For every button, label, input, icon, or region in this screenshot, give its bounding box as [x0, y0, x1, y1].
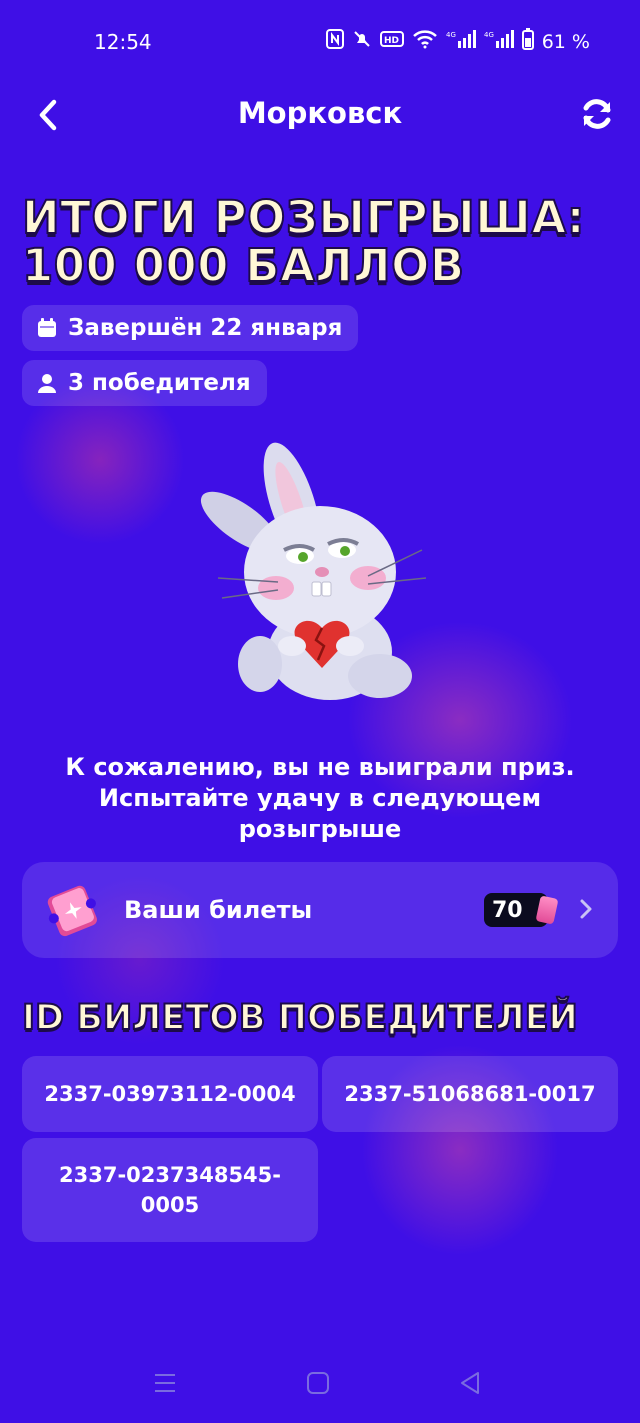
home-button[interactable]	[306, 1370, 330, 1400]
square-icon	[307, 1372, 329, 1394]
triangle-back-icon	[461, 1372, 479, 1394]
status-icons: HD 4G 4G 61 %	[325, 28, 590, 55]
recent-apps-button[interactable]	[152, 1370, 178, 1400]
completion-date-chip: Завершён 22 января	[22, 305, 359, 351]
message-line-1: К сожалению, вы не выиграли приз.	[65, 753, 575, 781]
page-title: Морковск	[237, 96, 403, 130]
person-icon	[38, 374, 56, 393]
svg-text:HD: HD	[384, 36, 399, 46]
winners-count-chip: 3 победителя	[22, 360, 267, 406]
battery-icon	[521, 28, 534, 55]
ticket-icon	[47, 885, 97, 937]
winners-count-text: 3 победителя	[68, 370, 251, 396]
nfc-icon	[325, 29, 344, 54]
signal-4g-icon: 4G	[446, 29, 476, 54]
calendar-icon	[38, 318, 56, 337]
no-win-message: К сожалению, вы не выиграли приз. Испыта…	[40, 752, 600, 845]
completion-date-text: Завершён 22 января	[68, 315, 343, 341]
your-tickets-card[interactable]: Ваши билеты 70	[22, 862, 618, 958]
svg-text:4G: 4G	[446, 31, 456, 39]
menu-icon	[155, 1374, 175, 1392]
message-line-2: Испытайте удачу в следующем	[98, 784, 542, 812]
headline-line-1: ИТОГИ РОЗЫГРЫША:	[21, 191, 586, 244]
battery-percent: 61 %	[541, 30, 590, 53]
headline-line-2: 100 000 БАЛЛОВ	[21, 239, 465, 292]
winner-ids-title: ID БИЛЕТОВ ПОБЕДИТЕЛЕЙ	[21, 997, 579, 1039]
system-nav-bar	[0, 1356, 640, 1416]
svg-text:4G: 4G	[484, 31, 494, 39]
mute-icon	[352, 29, 372, 54]
hd-icon: HD	[379, 31, 404, 52]
refresh-icon	[583, 99, 611, 129]
winner-ticket-id[interactable]: 2337-51068681-0017	[322, 1056, 618, 1132]
your-tickets-label: Ваши билеты	[124, 896, 313, 924]
winner-ticket-id[interactable]: 2337-03973112-0004	[22, 1056, 318, 1132]
message-line-3: розыгрыше	[238, 815, 402, 843]
wifi-icon	[412, 29, 438, 54]
refresh-button[interactable]	[580, 96, 614, 132]
signal-4g-icon: 4G	[484, 29, 514, 54]
system-back-button[interactable]	[458, 1370, 482, 1400]
winner-ticket-id[interactable]: 2337-0237348545-0005	[22, 1138, 318, 1242]
chevron-right-icon	[580, 899, 592, 919]
tickets-count-badge: 70	[484, 893, 559, 927]
top-nav: Морковск	[0, 86, 640, 146]
sad-bunny-illustration	[200, 432, 440, 712]
status-bar: 12:54 HD 4G 4G 61 %	[0, 0, 640, 86]
mini-ticket-icon	[535, 895, 559, 925]
status-time: 12:54	[94, 30, 152, 54]
tickets-count: 70	[492, 897, 523, 923]
draw-results-headline: ИТОГИ РОЗЫГРЫША: 100 000 БАЛЛОВ	[21, 191, 622, 292]
